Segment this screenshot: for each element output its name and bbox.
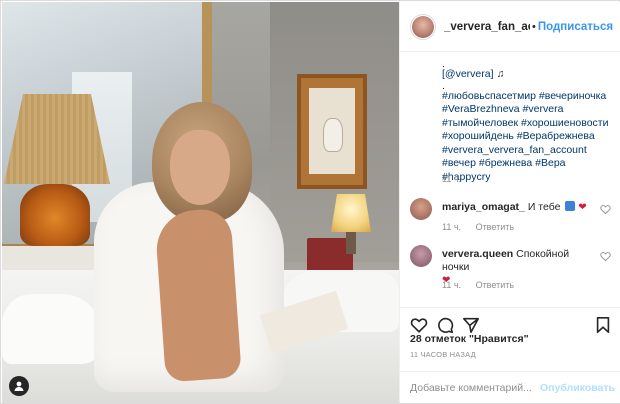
share-icon[interactable] bbox=[462, 316, 480, 334]
comment-reply-button[interactable]: Ответить bbox=[476, 280, 514, 290]
comment-username[interactable]: ververa.queen bbox=[442, 248, 513, 260]
post-side-panel: _ververa_fan_accou • Подписаться . [@ver… bbox=[399, 2, 620, 403]
emoji-blue-icon bbox=[565, 201, 576, 211]
photo-wall-art bbox=[297, 74, 367, 189]
post-caption: . [@ververa] ♫ . #любовьспасетмир #вечер… bbox=[442, 58, 614, 185]
caption-mention-line: [@ververa] ♫ bbox=[442, 68, 614, 82]
post-photo[interactable] bbox=[2, 2, 399, 403]
comment-username[interactable]: mariya_omagat_ bbox=[442, 201, 525, 213]
caption-mention[interactable]: [@ververa] bbox=[442, 68, 494, 80]
photo-pillow-left bbox=[2, 294, 102, 364]
photo-lamp-right-shade bbox=[331, 194, 371, 232]
caption-dot: . bbox=[442, 79, 445, 92]
person-icon bbox=[14, 381, 24, 391]
comment-time: 11 ч. bbox=[442, 280, 462, 290]
comment-reply-button[interactable]: Ответить bbox=[476, 222, 514, 232]
comment-like-heart-icon[interactable] bbox=[600, 251, 611, 262]
header-separator: • bbox=[532, 20, 536, 33]
comment-input[interactable] bbox=[410, 381, 540, 394]
emoji-heart-icon: ❤ bbox=[578, 202, 587, 213]
caption-hashtags[interactable]: #любовьспасетмир #вечериночка #VeraBrezh… bbox=[442, 90, 614, 185]
photo-wall-art-vase bbox=[323, 118, 343, 152]
tagged-user-icon[interactable] bbox=[9, 376, 29, 396]
comment-like-heart-icon[interactable] bbox=[600, 204, 611, 215]
follow-button[interactable]: Подписаться bbox=[538, 21, 613, 33]
author-avatar[interactable] bbox=[412, 15, 434, 38]
photo-woman-face bbox=[170, 130, 230, 205]
comment-meta: 11 ч. Ответить bbox=[442, 222, 514, 232]
likes-count[interactable]: 28 отметок "Нравится" bbox=[410, 333, 529, 345]
photo-woman-leg bbox=[154, 207, 242, 383]
caption-timestamp: 11 ч. bbox=[442, 174, 462, 184]
caption-music-note: ♫ bbox=[496, 68, 505, 80]
comment-meta: 11 ч. Ответить bbox=[442, 280, 514, 290]
publish-button[interactable]: Опубликовать bbox=[540, 382, 615, 394]
post-header: _ververa_fan_accou • Подписаться bbox=[400, 2, 620, 52]
photo-lamp-left-base bbox=[20, 184, 90, 246]
comment-avatar[interactable] bbox=[410, 245, 432, 267]
add-comment-bar: Опубликовать bbox=[400, 371, 620, 403]
photo-wall-art-canvas bbox=[309, 88, 355, 174]
comment-text: И тебе bbox=[527, 201, 561, 213]
bookmark-icon[interactable] bbox=[594, 316, 612, 334]
comment-icon[interactable] bbox=[436, 316, 454, 334]
instagram-post-screenshot: _ververa_fan_accou • Подписаться . [@ver… bbox=[0, 0, 620, 404]
author-avatar-ring[interactable] bbox=[410, 13, 436, 40]
comment-time: 11 ч. bbox=[442, 222, 462, 232]
comment-avatar[interactable] bbox=[410, 198, 432, 220]
comment-text-block: mariya_omagat_ И тебе ❤ bbox=[442, 201, 592, 214]
photo-lamp-right-base bbox=[346, 232, 356, 254]
author-username[interactable]: _ververa_fan_accou bbox=[444, 21, 530, 33]
caption-dot: . bbox=[442, 58, 445, 70]
heart-icon[interactable] bbox=[410, 316, 428, 334]
post-timestamp: 11 ЧАСОВ НАЗАД bbox=[410, 350, 476, 359]
